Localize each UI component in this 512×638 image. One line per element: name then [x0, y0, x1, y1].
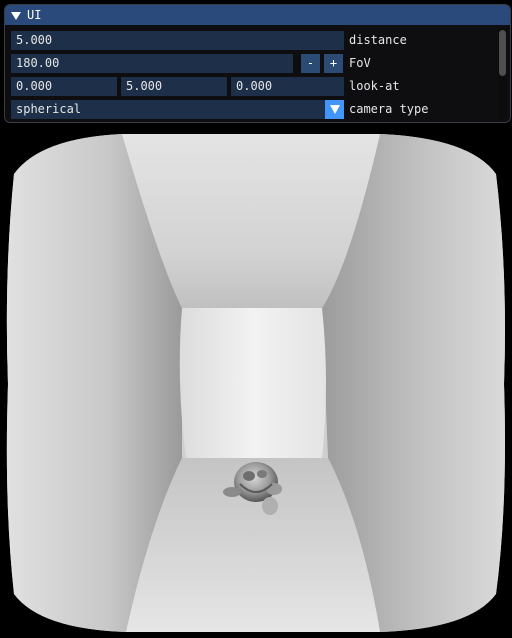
distance-input[interactable]: 5.000	[11, 31, 344, 50]
fov-input[interactable]: 180.00	[11, 54, 293, 73]
distance-row: 5.000 distance	[11, 31, 491, 50]
camera-type-label: camera type	[349, 102, 429, 116]
back-wall	[179, 308, 326, 458]
look-at-label: look-at	[349, 79, 400, 93]
fov-decrement-button[interactable]: -	[301, 54, 320, 73]
look-at-y-input[interactable]: 5.000	[121, 77, 227, 96]
look-at-z-input[interactable]: 0.000	[231, 77, 344, 96]
rendered-scene	[6, 134, 505, 632]
look-at-row: 0.000 5.000 0.000 look-at	[11, 77, 491, 96]
collapse-arrow-icon[interactable]	[11, 11, 21, 20]
fov-label: FoV	[349, 56, 371, 70]
window-scrollbar[interactable]	[498, 27, 507, 119]
camera-type-combo[interactable]: spherical	[11, 100, 325, 119]
render-viewport[interactable]	[0, 124, 512, 638]
fov-increment-button[interactable]: +	[324, 54, 343, 73]
chevron-down-icon	[329, 105, 340, 114]
window-title: UI	[27, 8, 42, 22]
fov-row: 180.00 - + FoV	[11, 54, 491, 73]
window-title-bar[interactable]: UI	[5, 5, 510, 25]
camera-type-row: spherical camera type	[11, 100, 491, 119]
look-at-x-input[interactable]: 0.000	[11, 77, 117, 96]
combo-dropdown-button[interactable]	[325, 100, 344, 119]
ui-window[interactable]: UI 5.000 distance 180.00 - + FoV 0.000 5…	[4, 4, 511, 123]
corridor	[6, 134, 505, 632]
scrollbar-thumb[interactable]	[499, 30, 506, 76]
distance-label: distance	[349, 33, 407, 47]
